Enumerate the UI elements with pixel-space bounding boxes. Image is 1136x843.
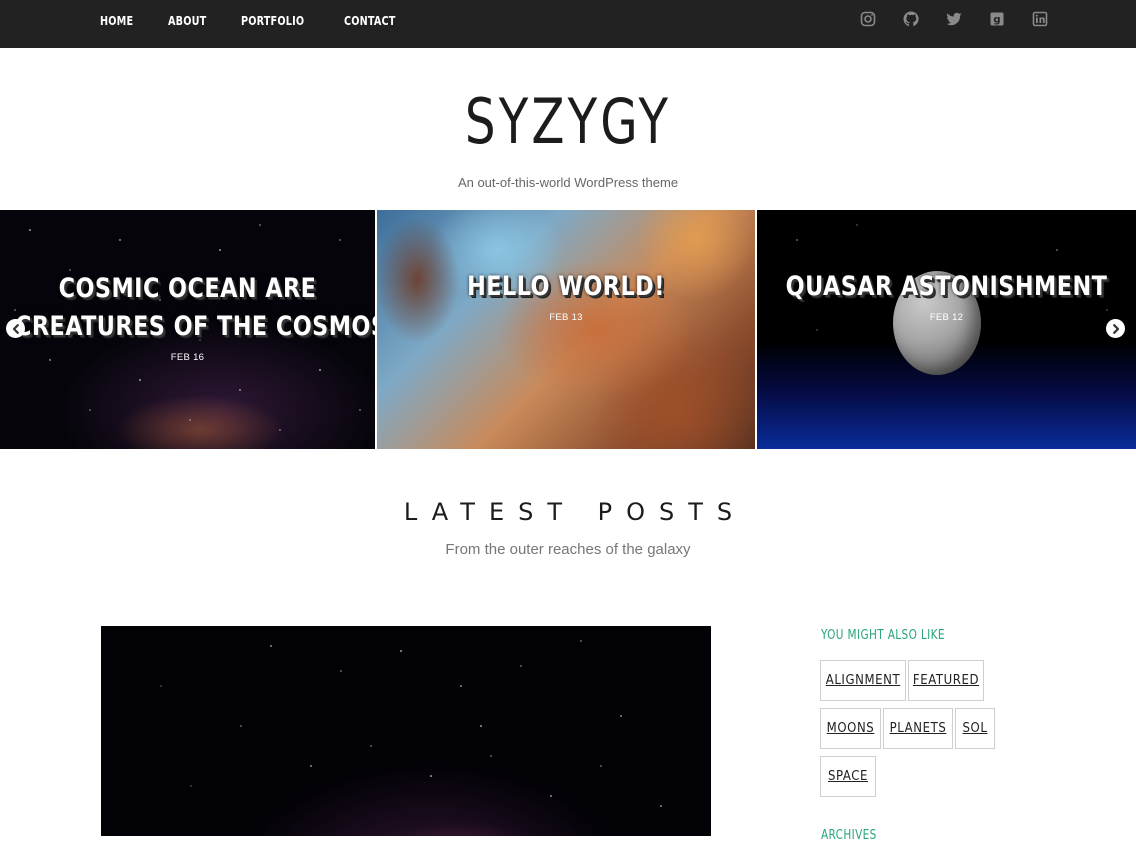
nav-home[interactable]: HOME bbox=[100, 13, 133, 28]
slide-caption: COSMIC OCEAN ARE CREATURES OF THE COSMOS… bbox=[0, 270, 375, 363]
github-icon[interactable] bbox=[902, 10, 920, 28]
slide-title-line2[interactable]: CREATURES OF THE COSMOS bbox=[15, 308, 375, 346]
svg-text:g: g bbox=[993, 15, 1000, 26]
slide-hello-world[interactable]: HELLO WORLD! FEB 13 bbox=[377, 210, 755, 449]
section-title: LATEST POSTS bbox=[403, 498, 747, 526]
slide-date: FEB 13 bbox=[549, 312, 583, 323]
arrow-left-circle-icon bbox=[12, 323, 19, 334]
social-links: g bbox=[859, 10, 1074, 28]
slide-quasar[interactable]: QUASAR ASTONISHMENT FEB 12 bbox=[757, 210, 1136, 449]
post-featured-image[interactable] bbox=[101, 626, 711, 836]
site-title[interactable]: SYZYGY bbox=[125, 84, 1011, 160]
slide-cosmic-ocean[interactable]: COSMIC OCEAN ARE CREATURES OF THE COSMOS… bbox=[0, 210, 375, 449]
slider-prev-button[interactable] bbox=[6, 319, 25, 338]
instagram-icon[interactable] bbox=[859, 10, 877, 28]
featured-slider: COSMIC OCEAN ARE CREATURES OF THE COSMOS… bbox=[0, 210, 1136, 449]
starfield-image bbox=[160, 640, 662, 807]
twitter-icon[interactable] bbox=[945, 10, 963, 28]
slide-title[interactable]: HELLO WORLD! bbox=[392, 268, 740, 306]
slide-caption: QUASAR ASTONISHMENT FEB 12 bbox=[757, 268, 1136, 323]
top-navigation-bar: HOME ABOUT PORTFOLIO CONTACT g bbox=[0, 0, 1136, 48]
main-menu: HOME ABOUT PORTFOLIO CONTACT bbox=[100, 0, 433, 40]
linkedin-icon[interactable] bbox=[1031, 10, 1049, 28]
slide-date: FEB 12 bbox=[929, 312, 964, 323]
slider-next-button[interactable] bbox=[1106, 319, 1125, 338]
site-description: An out-of-this-world WordPress theme bbox=[457, 175, 679, 190]
goodreads-icon[interactable]: g bbox=[988, 10, 1006, 28]
section-subtitle: From the outer reaches of the galaxy bbox=[445, 541, 691, 558]
tag-alignment[interactable]: ALIGNMENT bbox=[820, 660, 906, 701]
slide-title-line1[interactable]: COSMIC OCEAN ARE bbox=[15, 270, 360, 308]
tag-featured[interactable]: FEATURED bbox=[908, 660, 984, 701]
slide-title[interactable]: QUASAR ASTONISHMENT bbox=[772, 268, 1121, 306]
nav-contact[interactable]: CONTACT bbox=[344, 13, 396, 28]
slide-caption: HELLO WORLD! FEB 13 bbox=[377, 268, 755, 323]
slide-date: FEB 16 bbox=[170, 352, 205, 363]
arrow-right-circle-icon bbox=[1112, 323, 1119, 334]
nav-portfolio[interactable]: PORTFOLIO bbox=[241, 13, 304, 28]
widget-title-tags: YOU MIGHT ALSO LIKE bbox=[821, 628, 945, 643]
tag-planets[interactable]: PLANETS bbox=[883, 708, 953, 749]
nav-about[interactable]: ABOUT bbox=[168, 13, 206, 28]
tag-moons[interactable]: MOONS bbox=[820, 708, 881, 749]
tag-space[interactable]: SPACE bbox=[820, 756, 876, 797]
tag-sol[interactable]: SOL bbox=[955, 708, 995, 749]
